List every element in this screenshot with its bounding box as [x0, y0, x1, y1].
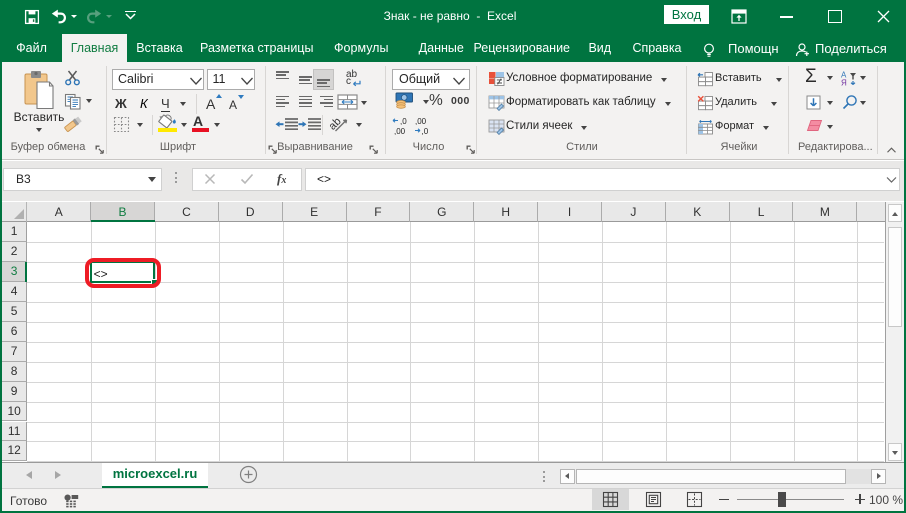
svg-text:,0: ,0: [422, 127, 429, 136]
svg-text:,0: ,0: [400, 117, 407, 126]
svg-text:,00: ,00: [394, 127, 406, 136]
svg-text:Я: Я: [841, 79, 847, 87]
svg-text:,00: ,00: [415, 117, 427, 126]
